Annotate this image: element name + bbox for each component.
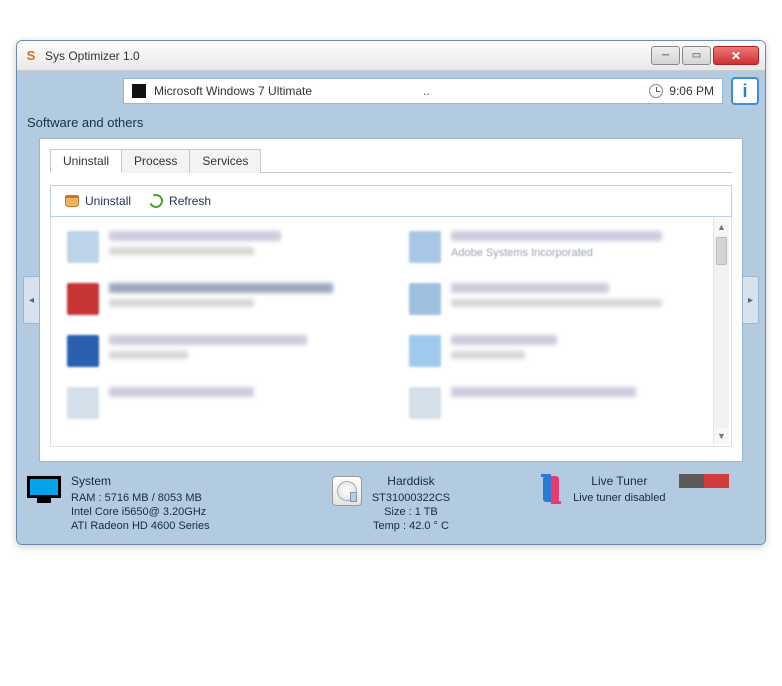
program-list[interactable]: Adobe Systems Incorporated	[50, 217, 732, 447]
tab-uninstall[interactable]: Uninstall	[50, 149, 122, 173]
hdd-temp: Temp : 42.0 ° C	[372, 520, 450, 532]
app-icon	[67, 231, 99, 263]
toolbar: Uninstall Refresh	[50, 185, 732, 217]
status-system: System RAM : 5716 MB / 8053 MB Intel Cor…	[27, 474, 264, 534]
app-vendor	[451, 351, 525, 359]
os-panel: Microsoft Windows 7 Ultimate .. 9:06 PM	[123, 78, 723, 104]
app-icon	[409, 283, 441, 315]
refresh-button[interactable]: Refresh	[149, 194, 211, 208]
app-icon	[67, 387, 99, 419]
list-item[interactable]	[67, 231, 373, 263]
window-title: Sys Optimizer 1.0	[45, 49, 651, 63]
uninstall-label: Uninstall	[85, 194, 131, 208]
app-name	[451, 283, 609, 293]
uninstall-button[interactable]: Uninstall	[65, 194, 131, 208]
app-icon	[409, 335, 441, 367]
tab-services[interactable]: Services	[189, 149, 261, 173]
list-item[interactable]	[409, 387, 715, 419]
system-gpu: ATI Radeon HD 4600 Series	[71, 520, 210, 532]
list-item[interactable]	[67, 387, 373, 419]
system-ram: RAM : 5716 MB / 8053 MB	[71, 492, 210, 504]
app-name	[109, 335, 307, 345]
harddisk-icon	[332, 476, 362, 506]
expand-right-handle[interactable]: ▸	[743, 276, 759, 324]
topbar: Microsoft Windows 7 Ultimate .. 9:06 PM …	[23, 77, 759, 105]
monitor-icon	[27, 476, 61, 498]
list-item[interactable]	[67, 335, 373, 367]
app-name	[451, 335, 557, 345]
tuner-icon	[543, 476, 559, 502]
os-name: Microsoft Windows 7 Ultimate	[154, 84, 312, 98]
scroll-up-button[interactable]: ▲	[714, 219, 729, 235]
hdd-model: ST31000322CS	[372, 492, 450, 504]
app-name	[109, 387, 254, 397]
app-vendor	[451, 299, 662, 307]
app-vendor	[109, 299, 254, 307]
stage: ◂ Uninstall Process Services Uninstall R…	[23, 138, 759, 462]
system-title: System	[71, 474, 210, 488]
list-item[interactable]: Adobe Systems Incorporated	[409, 231, 715, 263]
hdd-title: Harddisk	[372, 474, 450, 488]
main-panel: Uninstall Process Services Uninstall Ref…	[39, 138, 743, 462]
status-tuner: Live Tuner Live tuner disabled	[518, 474, 755, 506]
hdd-size: Size : 1 TB	[372, 506, 450, 518]
list-item[interactable]	[409, 283, 715, 315]
app-icon	[67, 335, 99, 367]
app-icon	[67, 283, 99, 315]
tuner-title: Live Tuner	[573, 474, 665, 488]
clock-time: 9:06 PM	[669, 84, 714, 98]
scroll-down-button[interactable]: ▼	[714, 428, 729, 444]
maximize-button[interactable]: ▭	[682, 46, 711, 65]
status-bar: System RAM : 5716 MB / 8053 MB Intel Cor…	[23, 474, 759, 538]
scrollbar[interactable]: ▲ ▼	[713, 219, 729, 444]
windows-logo-icon	[132, 84, 146, 98]
window-controls: ─ ▭ ✕	[651, 46, 759, 65]
system-cpu: Intel Core i5650@ 3.20GHz	[71, 506, 210, 518]
app-icon: S	[23, 48, 39, 64]
trash-icon	[65, 195, 79, 207]
close-button[interactable]: ✕	[713, 46, 759, 65]
app-name	[109, 231, 281, 241]
app-icon	[409, 387, 441, 419]
scroll-thumb[interactable]	[716, 237, 727, 265]
expand-left-handle[interactable]: ◂	[23, 276, 39, 324]
list-item[interactable]	[67, 283, 373, 315]
app-name	[451, 231, 662, 241]
refresh-label: Refresh	[169, 194, 211, 208]
titlebar[interactable]: S Sys Optimizer 1.0 ─ ▭ ✕	[17, 41, 765, 71]
info-icon: i	[742, 81, 747, 102]
app-vendor	[109, 247, 254, 255]
app-name	[109, 283, 333, 293]
tuner-level-bar	[679, 474, 729, 488]
app-icon	[409, 231, 441, 263]
app-vendor	[109, 351, 188, 359]
status-harddisk: Harddisk ST31000322CS Size : 1 TB Temp :…	[272, 474, 509, 534]
minimize-button[interactable]: ─	[651, 46, 680, 65]
client-area: Microsoft Windows 7 Ultimate .. 9:06 PM …	[17, 71, 765, 544]
info-button[interactable]: i	[731, 77, 759, 105]
section-title: Software and others	[23, 111, 759, 138]
tab-process[interactable]: Process	[121, 149, 190, 173]
app-window: S Sys Optimizer 1.0 ─ ▭ ✕ Microsoft Wind…	[16, 40, 766, 545]
list-item[interactable]	[409, 335, 715, 367]
tuner-state: Live tuner disabled	[573, 492, 665, 504]
os-status-dots: ..	[423, 84, 430, 98]
tabstrip: Uninstall Process Services	[50, 149, 732, 173]
app-vendor: Adobe Systems Incorporated	[451, 247, 715, 259]
clock-icon	[649, 84, 663, 98]
app-name	[451, 387, 636, 397]
refresh-icon	[147, 192, 165, 210]
